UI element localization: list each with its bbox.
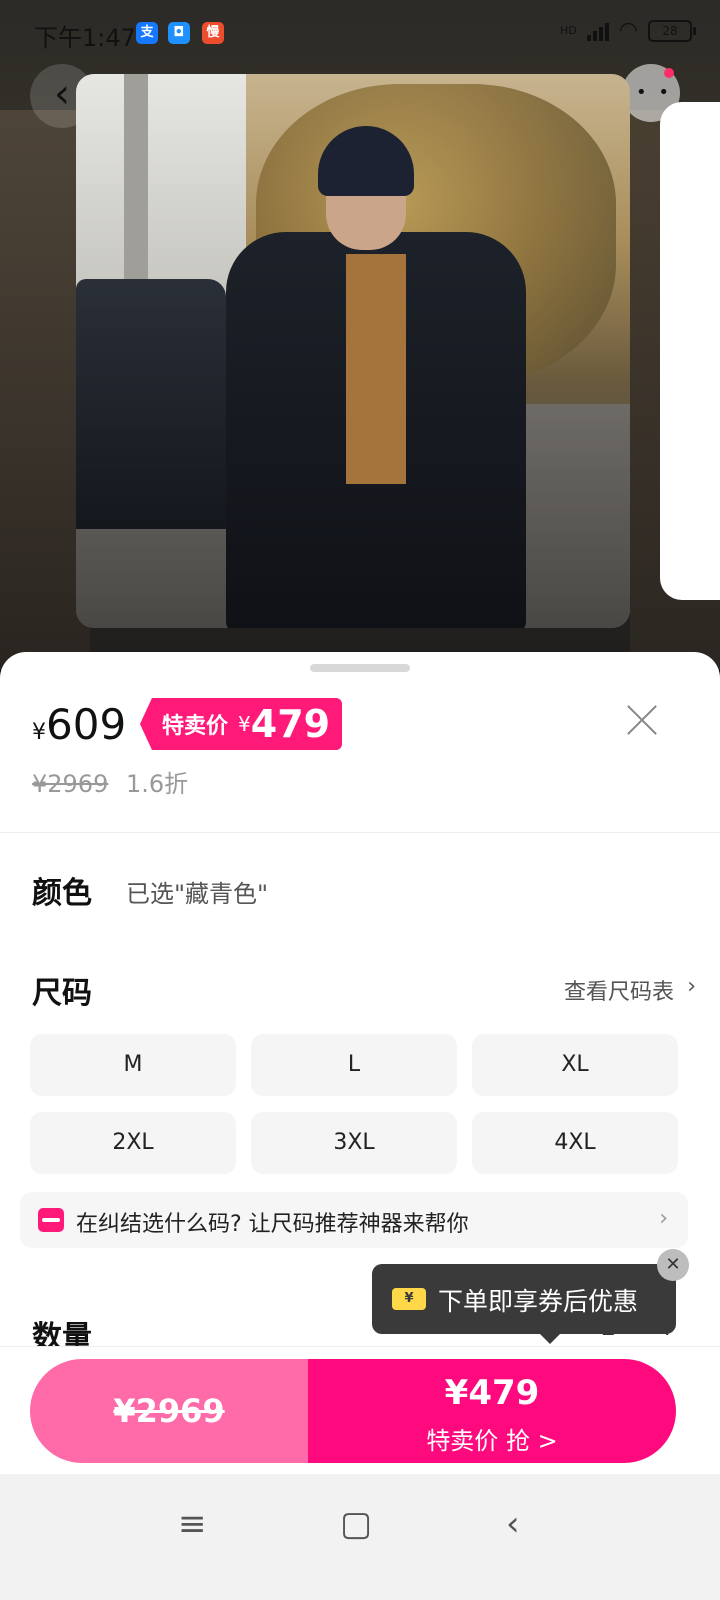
size-recommend-text: 在纠结选什么码? 让尺码推荐神器来帮你 xyxy=(76,1212,469,1237)
sheet-handle[interactable] xyxy=(310,664,410,672)
tooltip-close-icon[interactable]: ✕ xyxy=(657,1249,689,1281)
status-right: HD ◠ 28 xyxy=(560,18,696,43)
size-option-4xl[interactable]: 4XL xyxy=(472,1112,678,1174)
original-price: ¥2969 xyxy=(32,770,109,798)
chat-app-icon: ◘ xyxy=(168,22,190,44)
home-icon[interactable]: ▢ xyxy=(340,1504,372,1544)
size-option-xl[interactable]: XL xyxy=(472,1034,678,1096)
alipay-icon: 支 xyxy=(136,22,158,44)
color-selected-value[interactable]: 已选"藏青色" xyxy=(126,874,268,909)
special-price-tag: 特卖价 ¥ 479 xyxy=(140,698,343,750)
more-dots-icon: • • xyxy=(636,82,672,103)
buy-bar: ¥2969 ¥479 特卖价 抢 > xyxy=(0,1346,720,1475)
size-chart-link[interactable]: 查看尺码表 › xyxy=(563,974,696,1006)
chevron-right-icon: › xyxy=(687,974,696,999)
original-price-buy-button[interactable]: ¥2969 xyxy=(30,1359,308,1463)
size-option-l[interactable]: L xyxy=(251,1034,457,1096)
special-price-amount: 479 xyxy=(250,702,331,746)
color-title: 颜色 xyxy=(32,876,92,911)
original-price-row: ¥2969 1.6折 xyxy=(32,764,188,799)
discount-label: 1.6折 xyxy=(126,770,189,798)
size-option-m[interactable]: M xyxy=(30,1034,236,1096)
special-price-currency: ¥ xyxy=(238,712,251,736)
menu-icon[interactable]: ≡ xyxy=(178,1504,207,1544)
network-type-label: HD xyxy=(560,24,577,37)
buy-special-price: ¥479 xyxy=(444,1373,540,1413)
size-option-2xl[interactable]: 2XL xyxy=(30,1112,236,1174)
side-image-card xyxy=(660,102,720,600)
size-title: 尺码 xyxy=(32,976,92,1011)
special-price-label: 特卖价 xyxy=(162,714,229,739)
size-options: M L XL 2XL 3XL 4XL xyxy=(30,1034,690,1174)
divider xyxy=(0,832,720,833)
status-time: 下午1:47 xyxy=(34,24,136,52)
coupon-icon: ¥ xyxy=(392,1288,426,1310)
back-icon[interactable]: ‹ xyxy=(506,1504,520,1544)
notification-dot xyxy=(664,68,674,78)
coupon-tooltip[interactable]: ¥ 下单即享券后优惠 xyxy=(372,1264,676,1344)
buy-action-label: 特卖价 抢 > xyxy=(426,1427,558,1455)
slow-app-icon: 慢 xyxy=(202,22,224,44)
price-currency: ¥ xyxy=(32,720,46,745)
price-amount: 609 xyxy=(46,700,127,749)
current-price: ¥ 609 xyxy=(32,700,126,749)
coupon-tooltip-text: 下单即享券后优惠 xyxy=(438,1287,639,1316)
model-figure xyxy=(226,114,526,628)
product-image[interactable] xyxy=(76,74,630,628)
tape-measure-icon xyxy=(38,1208,64,1232)
size-option-3xl[interactable]: 3XL xyxy=(251,1112,457,1174)
battery-icon: 28 xyxy=(648,19,696,42)
size-recommend-banner[interactable]: 在纠结选什么码? 让尺码推荐神器来帮你 › xyxy=(20,1192,688,1248)
buy-original-price: ¥2969 xyxy=(113,1392,225,1430)
special-price-buy-button[interactable]: ¥479 特卖价 抢 > xyxy=(308,1359,676,1463)
wifi-icon: ◠ xyxy=(618,18,638,43)
size-chart-label: 查看尺码表 xyxy=(563,980,674,1005)
status-bar: 下午1:47 支 ◘ 慢 HD ◠ 28 xyxy=(0,0,720,66)
system-nav-bar: ≡ ▢ ‹ xyxy=(0,1474,720,1600)
signal-icon xyxy=(586,21,609,41)
chevron-left-icon: ‹ xyxy=(54,71,70,117)
close-icon[interactable] xyxy=(622,700,662,740)
chevron-right-icon: › xyxy=(659,1206,668,1231)
